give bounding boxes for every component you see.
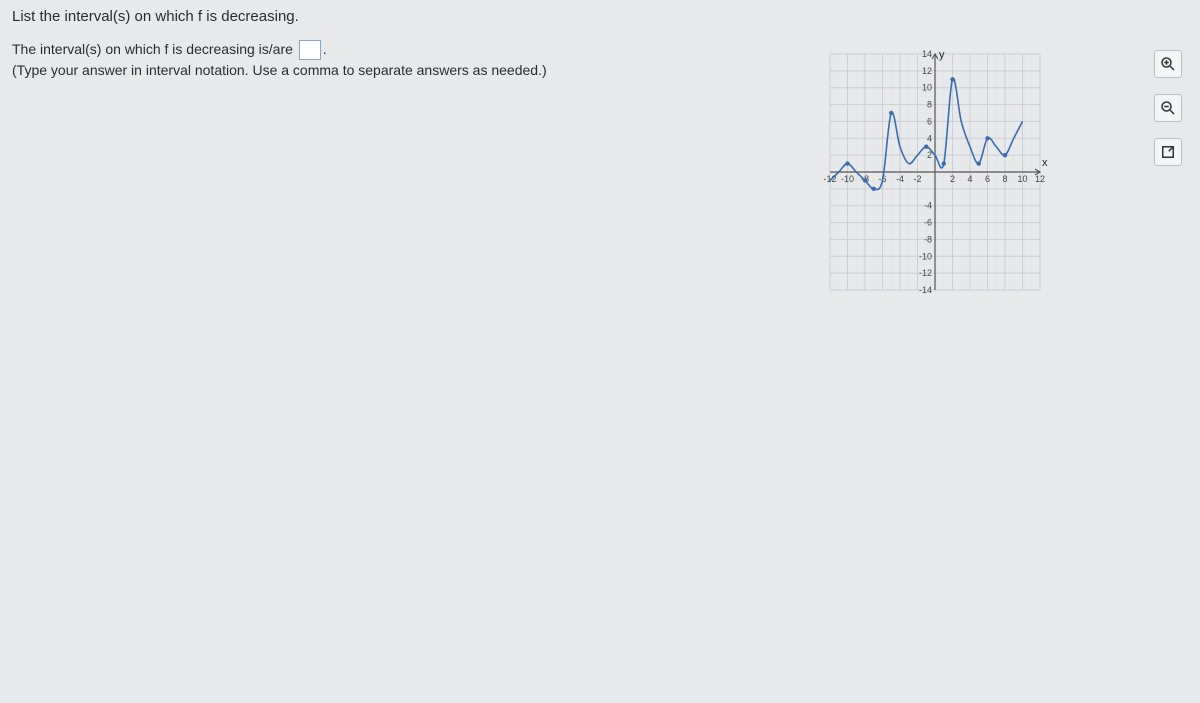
expand-icon [1159,143,1177,161]
answer-suffix: . [323,41,327,57]
svg-text:-10: -10 [919,251,932,261]
side-tools [1154,50,1182,166]
svg-text:-12: -12 [919,268,932,278]
svg-text:y: y [939,49,945,61]
answer-line: The interval(s) on which f is decreasing… [12,39,808,60]
svg-text:-6: -6 [924,218,932,228]
svg-text:-10: -10 [841,174,854,184]
graph: -12-10-8-6-4-224681012-14-12-10-8-6-4246… [820,48,1050,296]
answer-hint: (Type your answer in interval notation. … [12,62,808,78]
svg-text:12: 12 [1035,174,1045,184]
svg-text:8: 8 [1002,174,1007,184]
svg-text:4: 4 [927,133,932,143]
zoom-in-button[interactable] [1154,50,1182,78]
svg-text:4: 4 [967,174,972,184]
svg-text:-8: -8 [924,234,932,244]
svg-text:-2: -2 [913,174,921,184]
svg-text:8: 8 [927,100,932,110]
svg-text:-4: -4 [924,201,932,211]
expand-button[interactable] [1154,138,1182,166]
answer-prefix: The interval(s) on which f is decreasing… [12,41,297,57]
svg-text:6: 6 [927,116,932,126]
svg-text:-14: -14 [919,285,932,295]
graph-svg: -12-10-8-6-4-224681012-14-12-10-8-6-4246… [820,48,1050,296]
zoom-out-icon [1159,99,1177,117]
svg-text:-4: -4 [896,174,904,184]
question-title: List the interval(s) on which f is decre… [12,8,808,25]
svg-text:14: 14 [922,49,932,59]
svg-text:6: 6 [985,174,990,184]
svg-text:10: 10 [922,83,932,93]
zoom-out-button[interactable] [1154,94,1182,122]
answer-input[interactable] [299,40,321,60]
svg-text:x: x [1042,157,1048,169]
svg-text:2: 2 [950,174,955,184]
zoom-in-icon [1159,55,1177,73]
svg-text:10: 10 [1017,174,1027,184]
svg-text:12: 12 [922,66,932,76]
